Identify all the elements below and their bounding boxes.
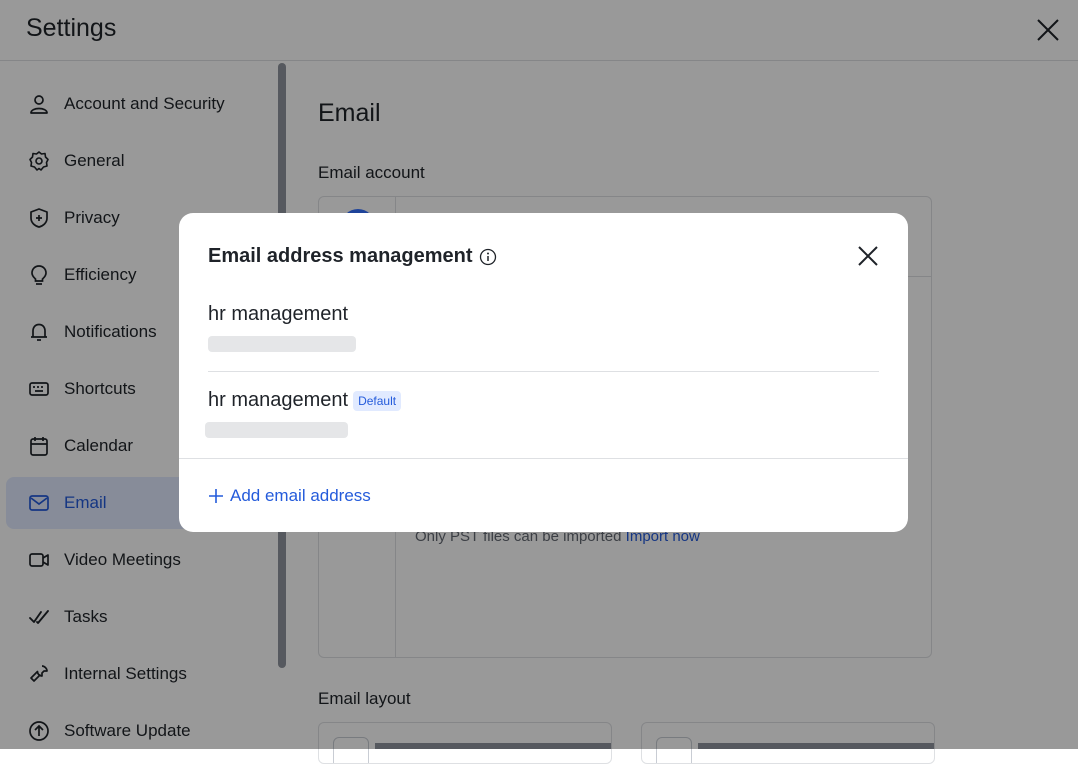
- info-icon[interactable]: [479, 248, 497, 266]
- close-icon: [858, 246, 878, 266]
- redacted-email-address: [208, 336, 356, 352]
- close-dialog-button[interactable]: [856, 244, 880, 268]
- plus-icon: [208, 488, 224, 504]
- dialog-title-text: Email address management: [208, 245, 473, 267]
- divider: [179, 458, 908, 459]
- email-entry-name: hr management: [208, 303, 349, 325]
- redacted-email-address: [205, 422, 348, 438]
- email-entry-name: hr management: [208, 389, 349, 411]
- settings-window: Settings Account and Security General Pr…: [0, 0, 1078, 764]
- email-entry-default: hr management Default: [208, 389, 402, 412]
- email-address-management-dialog: Email address management hr management h…: [179, 213, 908, 532]
- dialog-title: Email address management: [208, 245, 497, 268]
- divider: [208, 371, 879, 372]
- add-email-address-label: Add email address: [230, 486, 371, 505]
- add-email-address-button[interactable]: Add email address: [208, 486, 371, 506]
- default-badge: Default: [353, 390, 402, 411]
